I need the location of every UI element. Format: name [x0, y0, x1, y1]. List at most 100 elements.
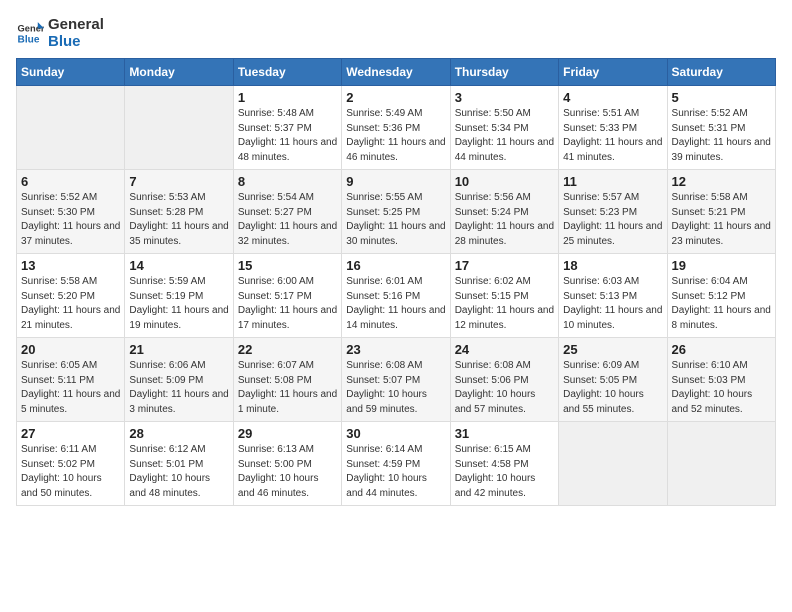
week-row-3: 13 Sunrise: 5:58 AM Sunset: 5:20 PM Dayli…: [17, 254, 776, 338]
day-info: Sunrise: 6:12 AM Sunset: 5:01 PM Dayligh…: [129, 443, 228, 501]
week-row-5: 27Sunrise: 6:11 AM Sunset: 5:02 PM Dayli…: [17, 422, 776, 506]
logo: General Blue General Blue: [16, 16, 104, 50]
day-cell: 1 Sunrise: 5:48 AM Sunset: 5:37 PM Daylig…: [233, 86, 341, 170]
calendar-body: 1 Sunrise: 5:48 AM Sunset: 5:37 PM Daylig…: [17, 86, 776, 506]
day-info: Sunrise: 6:13 AM Sunset: 5:00 PM Dayligh…: [238, 443, 337, 501]
day-info: Sunrise: 6:07 AM Sunset: 5:08 PM Dayligh…: [238, 359, 337, 417]
day-info: Sunrise: 6:06 AM Sunset: 5:09 PM Dayligh…: [129, 359, 228, 417]
day-info: Sunrise: 5:49 AM Sunset: 5:36 PM Dayligh…: [346, 107, 445, 165]
day-cell: 16 Sunrise: 6:01 AM Sunset: 5:16 PM Dayli…: [342, 254, 450, 338]
day-number: 3: [455, 90, 554, 105]
day-number: 23: [346, 342, 445, 357]
day-info: Sunrise: 5:59 AM Sunset: 5:19 PM Dayligh…: [129, 275, 228, 333]
day-number: 21: [129, 342, 228, 357]
day-number: 26: [672, 342, 771, 357]
day-number: 15: [238, 258, 337, 273]
day-number: 10: [455, 174, 554, 189]
logo-text-general: General: [48, 16, 104, 33]
day-info: Sunrise: 5:56 AM Sunset: 5:24 PM Dayligh…: [455, 191, 554, 249]
week-row-4: 20Sunrise: 6:05 AM Sunset: 5:11 PM Dayli…: [17, 338, 776, 422]
day-number: 7: [129, 174, 228, 189]
day-info: Sunrise: 6:08 AM Sunset: 5:07 PM Dayligh…: [346, 359, 445, 417]
day-info: Sunrise: 5:58 AM Sunset: 5:21 PM Dayligh…: [672, 191, 771, 249]
calendar-header: SundayMondayTuesdayWednesdayThursdayFrid…: [17, 59, 776, 86]
day-number: 14: [129, 258, 228, 273]
svg-text:Blue: Blue: [18, 34, 40, 45]
day-number: 25: [563, 342, 662, 357]
day-cell: 14 Sunrise: 5:59 AM Sunset: 5:19 PM Dayli…: [125, 254, 233, 338]
day-number: 22: [238, 342, 337, 357]
day-info: Sunrise: 5:53 AM Sunset: 5:28 PM Dayligh…: [129, 191, 228, 249]
logo-icon: General Blue: [16, 19, 44, 47]
day-cell: 13 Sunrise: 5:58 AM Sunset: 5:20 PM Dayli…: [17, 254, 125, 338]
day-number: 2: [346, 90, 445, 105]
header-cell-thursday: Thursday: [450, 59, 558, 86]
day-info: Sunrise: 6:03 AM Sunset: 5:13 PM Dayligh…: [563, 275, 662, 333]
day-cell: 12 Sunrise: 5:58 AM Sunset: 5:21 PM Dayli…: [667, 170, 775, 254]
header-cell-monday: Monday: [125, 59, 233, 86]
day-cell: 27Sunrise: 6:11 AM Sunset: 5:02 PM Dayli…: [17, 422, 125, 506]
day-cell: 10 Sunrise: 5:56 AM Sunset: 5:24 PM Dayli…: [450, 170, 558, 254]
day-info: Sunrise: 6:14 AM Sunset: 4:59 PM Dayligh…: [346, 443, 445, 501]
day-number: 9: [346, 174, 445, 189]
day-cell: 25 Sunrise: 6:09 AM Sunset: 5:05 PM Dayli…: [559, 338, 667, 422]
day-cell: 31 Sunrise: 6:15 AM Sunset: 4:58 PM Dayli…: [450, 422, 558, 506]
day-number: 4: [563, 90, 662, 105]
day-cell: 26 Sunrise: 6:10 AM Sunset: 5:03 PM Dayli…: [667, 338, 775, 422]
day-cell: [125, 86, 233, 170]
day-info: Sunrise: 6:11 AM Sunset: 5:02 PM Dayligh…: [21, 443, 120, 501]
day-info: Sunrise: 6:01 AM Sunset: 5:16 PM Dayligh…: [346, 275, 445, 333]
day-number: 16: [346, 258, 445, 273]
day-cell: 4 Sunrise: 5:51 AM Sunset: 5:33 PM Daylig…: [559, 86, 667, 170]
day-number: 19: [672, 258, 771, 273]
day-info: Sunrise: 6:08 AM Sunset: 5:06 PM Dayligh…: [455, 359, 554, 417]
header-cell-friday: Friday: [559, 59, 667, 86]
day-number: 13: [21, 258, 120, 273]
day-info: Sunrise: 6:15 AM Sunset: 4:58 PM Dayligh…: [455, 443, 554, 501]
day-number: 31: [455, 426, 554, 441]
day-info: Sunrise: 5:58 AM Sunset: 5:20 PM Dayligh…: [21, 275, 120, 333]
day-info: Sunrise: 6:00 AM Sunset: 5:17 PM Dayligh…: [238, 275, 337, 333]
day-info: Sunrise: 5:57 AM Sunset: 5:23 PM Dayligh…: [563, 191, 662, 249]
day-cell: 8Sunrise: 5:54 AM Sunset: 5:27 PM Daylig…: [233, 170, 341, 254]
day-cell: 17Sunrise: 6:02 AM Sunset: 5:15 PM Dayli…: [450, 254, 558, 338]
day-cell: 15 Sunrise: 6:00 AM Sunset: 5:17 PM Dayli…: [233, 254, 341, 338]
day-cell: 23 Sunrise: 6:08 AM Sunset: 5:07 PM Dayli…: [342, 338, 450, 422]
day-number: 8: [238, 174, 337, 189]
day-cell: 7 Sunrise: 5:53 AM Sunset: 5:28 PM Daylig…: [125, 170, 233, 254]
day-cell: 18 Sunrise: 6:03 AM Sunset: 5:13 PM Dayli…: [559, 254, 667, 338]
header-row: SundayMondayTuesdayWednesdayThursdayFrid…: [17, 59, 776, 86]
day-info: Sunrise: 5:51 AM Sunset: 5:33 PM Dayligh…: [563, 107, 662, 165]
day-cell: 5 Sunrise: 5:52 AM Sunset: 5:31 PM Daylig…: [667, 86, 775, 170]
day-number: 24: [455, 342, 554, 357]
day-cell: 28Sunrise: 6:12 AM Sunset: 5:01 PM Dayli…: [125, 422, 233, 506]
day-number: 1: [238, 90, 337, 105]
week-row-2: 6Sunrise: 5:52 AM Sunset: 5:30 PM Daylig…: [17, 170, 776, 254]
day-cell: [559, 422, 667, 506]
day-number: 20: [21, 342, 120, 357]
day-number: 5: [672, 90, 771, 105]
day-number: 12: [672, 174, 771, 189]
day-cell: 19 Sunrise: 6:04 AM Sunset: 5:12 PM Dayli…: [667, 254, 775, 338]
day-cell: [17, 86, 125, 170]
day-number: 30: [346, 426, 445, 441]
day-number: 17: [455, 258, 554, 273]
day-info: Sunrise: 6:10 AM Sunset: 5:03 PM Dayligh…: [672, 359, 771, 417]
day-number: 11: [563, 174, 662, 189]
day-info: Sunrise: 6:04 AM Sunset: 5:12 PM Dayligh…: [672, 275, 771, 333]
week-row-1: 1 Sunrise: 5:48 AM Sunset: 5:37 PM Daylig…: [17, 86, 776, 170]
page-header: General Blue General Blue: [16, 16, 776, 50]
day-info: Sunrise: 6:09 AM Sunset: 5:05 PM Dayligh…: [563, 359, 662, 417]
day-cell: 20Sunrise: 6:05 AM Sunset: 5:11 PM Dayli…: [17, 338, 125, 422]
day-info: Sunrise: 5:50 AM Sunset: 5:34 PM Dayligh…: [455, 107, 554, 165]
day-number: 18: [563, 258, 662, 273]
day-number: 29: [238, 426, 337, 441]
day-cell: 2 Sunrise: 5:49 AM Sunset: 5:36 PM Daylig…: [342, 86, 450, 170]
day-cell: 9Sunrise: 5:55 AM Sunset: 5:25 PM Daylig…: [342, 170, 450, 254]
day-info: Sunrise: 5:48 AM Sunset: 5:37 PM Dayligh…: [238, 107, 337, 165]
header-cell-sunday: Sunday: [17, 59, 125, 86]
header-cell-saturday: Saturday: [667, 59, 775, 86]
day-cell: 22 Sunrise: 6:07 AM Sunset: 5:08 PM Dayli…: [233, 338, 341, 422]
day-cell: 21 Sunrise: 6:06 AM Sunset: 5:09 PM Dayli…: [125, 338, 233, 422]
day-info: Sunrise: 5:52 AM Sunset: 5:31 PM Dayligh…: [672, 107, 771, 165]
